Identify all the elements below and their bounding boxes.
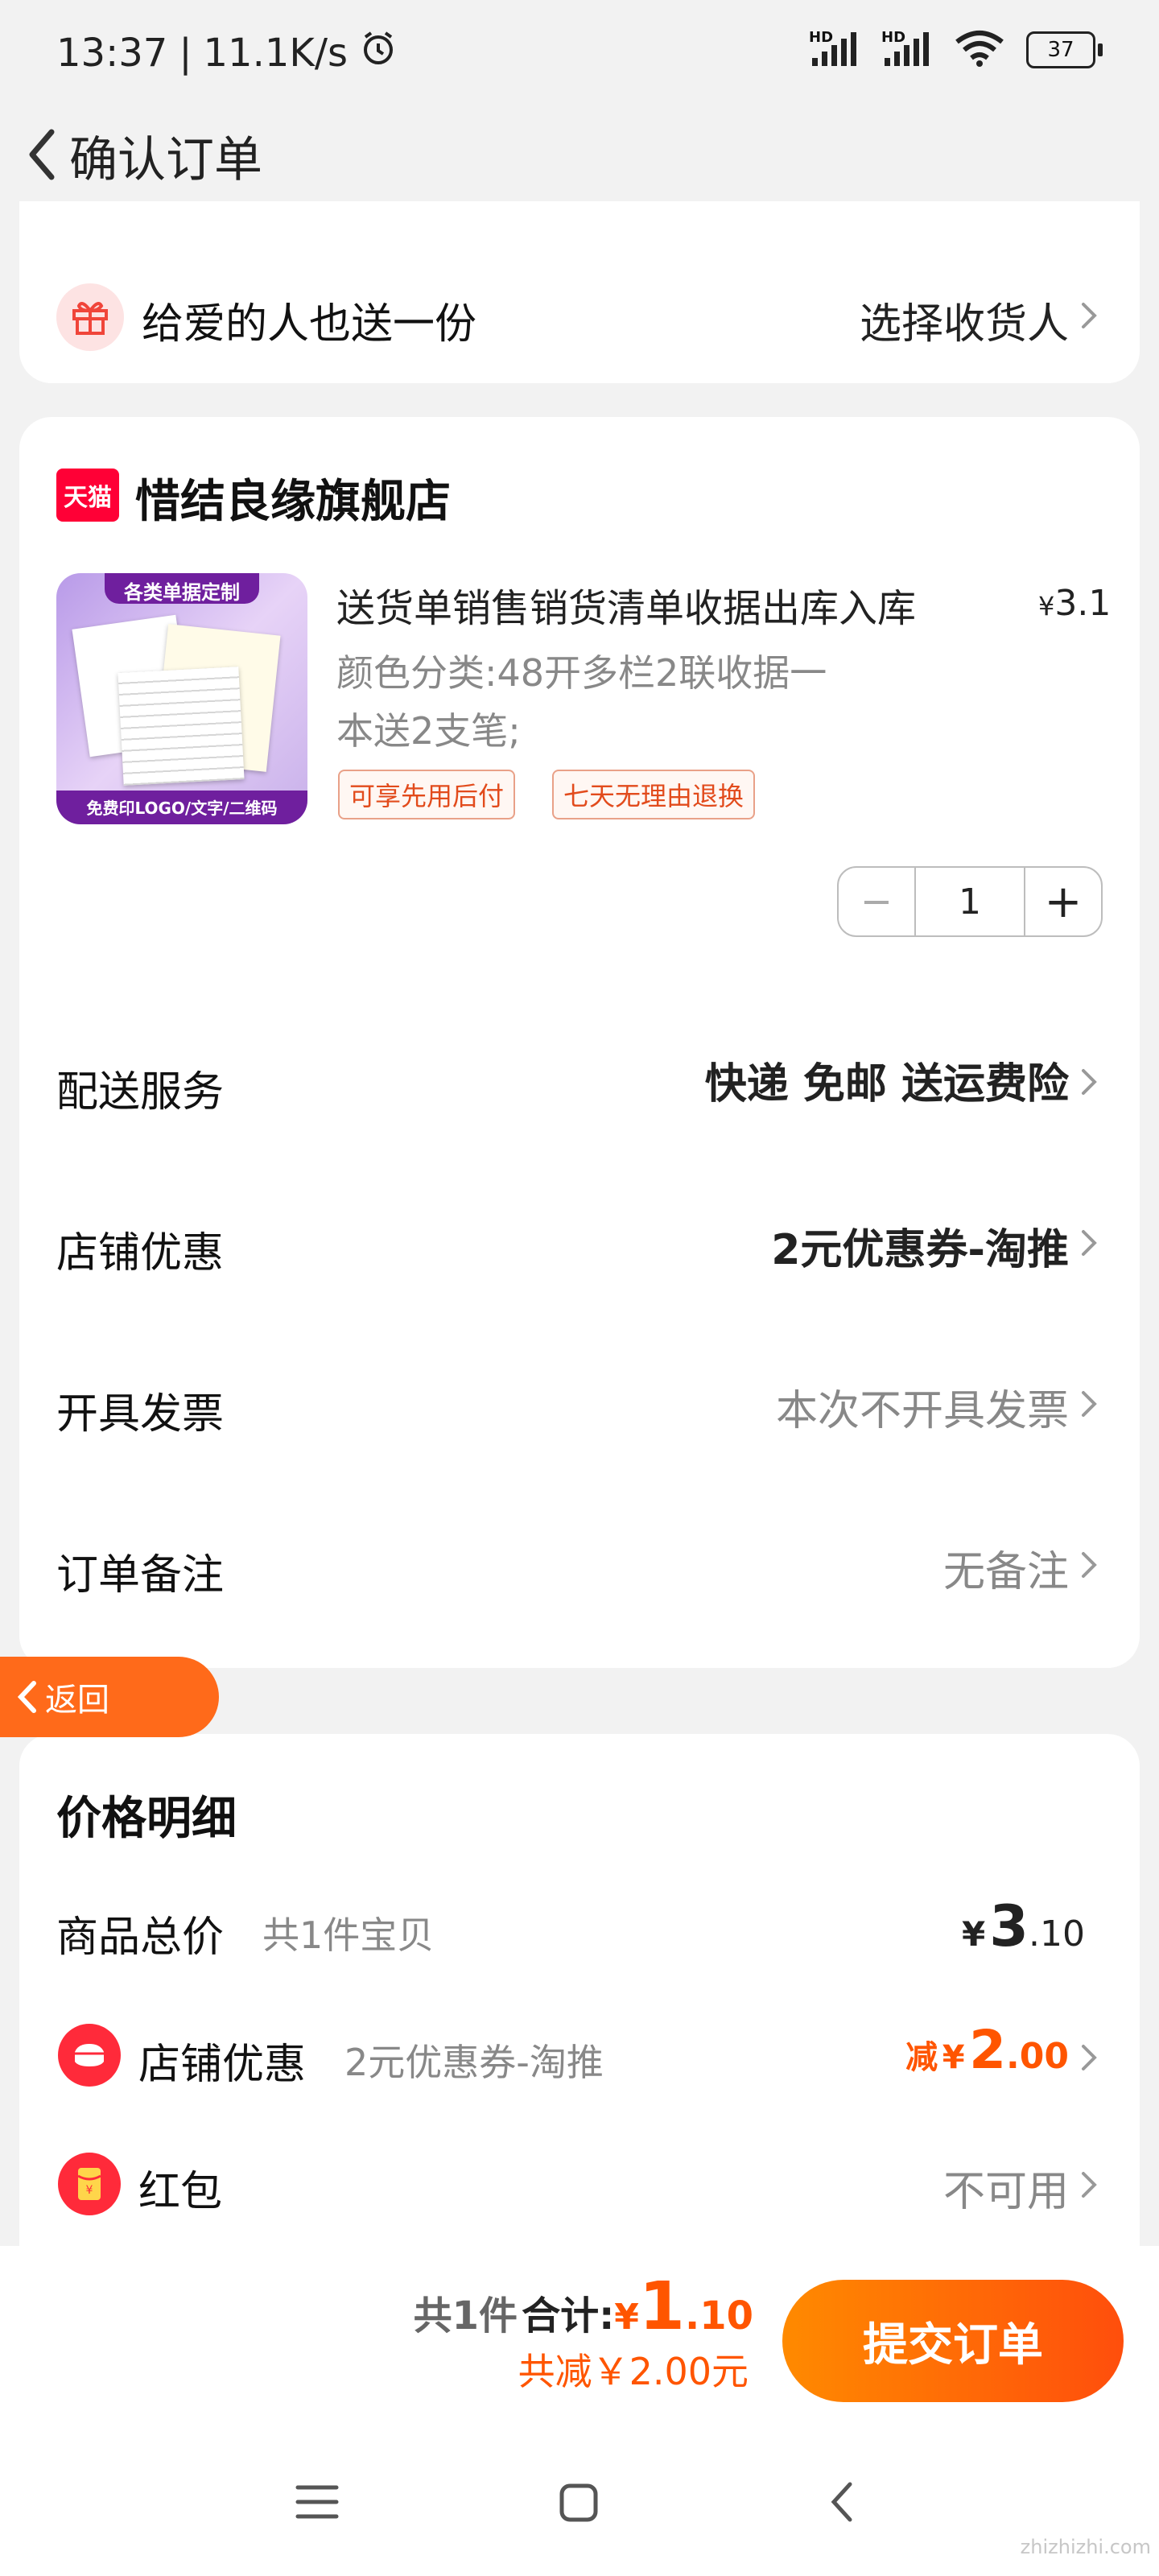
checkout-saved: 共减￥2.00元 [518,2350,749,2393]
store-discount-value[interactable]: 2元优惠券-淘推 [771,1216,1069,1276]
red-packet-value[interactable]: 不可用 [943,2157,1069,2218]
product-price: ¥3.1 [1038,583,1111,624]
quantity-minus-button[interactable]: − [839,868,916,935]
store-coupon-label: 店铺优惠 [138,2041,307,2089]
menu-icon[interactable] [295,2483,340,2524]
checkout-total-line: 共1件 合计:¥1.10 [414,2268,753,2345]
order-note-value[interactable]: 无备注 [943,1538,1069,1598]
status-left: 13:37 | 11.1K/s [56,29,398,77]
goods-total-label: 商品总价 [56,1913,225,1962]
product-image-top-text: 各类单据定制 [124,581,240,604]
chevron-right-icon [1075,1549,1101,1581]
product-image[interactable]: 各类单据定制 免费印LOGO/文字/二维码 [56,573,307,824]
battery-icon: 37 [1026,31,1103,68]
product-variant-line-1: 颜色分类:48开多栏2联收据一 [336,651,827,695]
delivery-value[interactable]: 快递 免邮 送运费险 [705,1050,1069,1110]
chevron-right-icon [1075,299,1101,332]
goods-total-int: 3 [989,1893,1029,1959]
store-name[interactable]: 惜结良缘旗舰店 [135,465,451,530]
red-packet-label: 红包 [138,2168,223,2216]
checkout-total-symbol: ¥ [614,2297,639,2338]
quantity-stepper: − 1 + [837,866,1103,937]
store-coupon-dec: .00 [1006,2036,1069,2077]
signal-icon-1: HD [809,29,860,68]
nav-back-icon[interactable] [824,2479,860,2528]
product-price-value: 3.1 [1054,583,1112,624]
quantity-input[interactable]: 1 [916,868,1024,935]
product-image-doc-3 [118,667,245,786]
product-variant-line-2: 本送2支笔; [336,709,521,753]
store-coupon-prefix: 减 [905,2039,938,2076]
delivery-label: 配送服务 [56,1068,225,1117]
signal-icon-2: HD [881,29,933,68]
gift-label: 给爱的人也送一份 [142,300,477,349]
status-net-speed: 11.1K/s [203,31,349,76]
store-coupon-icon [58,2024,121,2087]
tag-pay-later: 可享先用后付 [338,770,516,819]
checkout-total-int: 1 [638,2268,685,2345]
status-time: 13:37 [56,31,168,76]
goods-total-note: 共1件宝贝 [262,1913,435,1957]
status-right: HD HD 37 [809,29,1103,71]
floating-back-label: 返回 [45,1682,109,1719]
product-image-bottom-text: 免费印LOGO/文字/二维码 [86,799,278,818]
submit-order-button[interactable]: 提交订单 [782,2280,1124,2402]
back-button[interactable] [14,122,71,187]
checkout-total-dec: .10 [684,2293,753,2339]
chevron-right-icon [1075,1388,1101,1420]
red-packet-icon: ¥ [58,2153,121,2215]
quantity-plus-button[interactable]: + [1024,868,1101,935]
store-discount-label: 店铺优惠 [56,1229,225,1278]
store-coupon-note: 2元优惠券-淘推 [344,2041,604,2084]
order-note-label: 订单备注 [56,1551,225,1600]
tag-7day-return: 七天无理由退换 [552,770,756,819]
wifi-icon [954,29,1005,71]
store-coupon-value[interactable]: 减 ¥ 2.00 [905,2019,1069,2081]
price-detail-title: 价格明细 [56,1793,237,1845]
product-price-symbol: ¥ [1038,591,1055,621]
invoice-value[interactable]: 本次不开具发票 [776,1377,1069,1437]
store-coupon-symbol: ¥ [942,2039,965,2076]
invoice-label: 开具发票 [56,1390,225,1439]
product-title[interactable]: 送货单销售销货清单收据出库入库 [336,576,916,633]
chevron-right-icon [1075,2041,1101,2074]
watermark: zhizhizhi.com [1021,2536,1151,2558]
page-title: 确认订单 [69,132,262,188]
goods-total-dec: .10 [1029,1913,1085,1955]
goods-total-symbol: ¥ [961,1914,986,1954]
svg-text:¥: ¥ [86,2184,93,2197]
battery-level: 37 [1026,31,1095,68]
status-divider: | [179,31,192,76]
gift-icon [56,283,124,351]
tmall-badge: 天猫 [56,469,119,522]
floating-back-button[interactable]: 返回 [0,1657,219,1737]
alarm-icon [359,29,398,77]
tmall-badge-text: 天猫 [64,484,112,512]
checkout-count: 共1件 [413,2293,518,2339]
chevron-left-icon [17,1681,36,1713]
checkout-total-label: 合计: [522,2293,615,2339]
watermark-text: zhizhizhi.com [1020,2536,1151,2558]
chevron-right-icon [1075,1066,1101,1098]
store-coupon-int: 2 [969,2019,1007,2081]
chevron-right-icon [1075,1227,1101,1259]
home-icon[interactable] [559,2483,599,2526]
goods-total-value: ¥ 3.10 [962,1893,1085,1959]
gift-select-receiver[interactable]: 选择收货人 [860,290,1069,350]
chevron-right-icon [1075,2169,1101,2201]
